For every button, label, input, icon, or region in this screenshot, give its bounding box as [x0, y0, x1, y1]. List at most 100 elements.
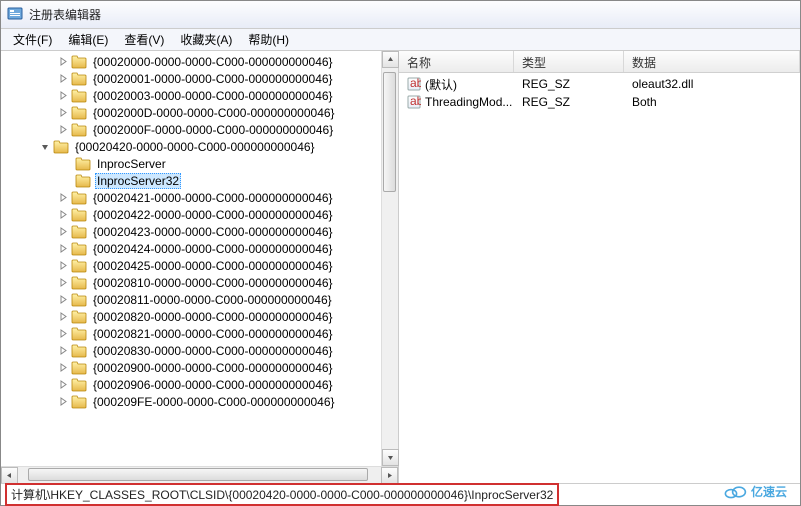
tree-expander-icon[interactable]	[57, 192, 69, 204]
value-data: oleaut32.dll	[624, 77, 800, 91]
tree-expander-icon[interactable]	[57, 311, 69, 323]
tree-item-label: {0002000F-0000-0000-C000-000000000046}	[91, 123, 335, 137]
tree-item-label: {00020422-0000-0000-C000-000000000046}	[91, 208, 335, 222]
tree-item-label: {0002000D-0000-0000-C000-000000000046}	[91, 106, 337, 120]
tree-expander-icon[interactable]	[61, 175, 73, 187]
scroll-thumb[interactable]	[383, 72, 396, 192]
tree-item-label: {00020420-0000-0000-C000-000000000046}	[73, 140, 317, 154]
tree-item-label: {00020810-0000-0000-C000-000000000046}	[91, 276, 335, 290]
tree-item-label: {00020000-0000-0000-C000-000000000046}	[91, 55, 335, 69]
tree-expander-icon[interactable]	[57, 243, 69, 255]
tree-vscrollbar[interactable]	[381, 51, 398, 466]
tree-item[interactable]: {00020906-0000-0000-C000-000000000046}	[1, 376, 381, 393]
tree-item[interactable]: {00020900-0000-0000-C000-000000000046}	[1, 359, 381, 376]
title-bar[interactable]: 注册表编辑器	[1, 1, 800, 29]
tree-expander-icon[interactable]	[57, 379, 69, 391]
tree-expander-icon[interactable]	[57, 124, 69, 136]
tree-expander-icon[interactable]	[39, 141, 51, 153]
scroll-track-h[interactable]	[18, 467, 381, 484]
tree-item-label: {00020820-0000-0000-C000-000000000046}	[91, 310, 335, 324]
tree-item-label: {00020001-0000-0000-C000-000000000046}	[91, 72, 335, 86]
scroll-up-button[interactable]	[382, 51, 399, 68]
tree-item-label: {00020423-0000-0000-C000-000000000046}	[91, 225, 335, 239]
list-body[interactable]: ab (默认) REG_SZoleaut32.dll ab ThreadingMod..…	[399, 73, 800, 483]
tree-item[interactable]: {000209FE-0000-0000-C000-000000000046}	[1, 393, 381, 410]
column-header-data[interactable]: 数据	[624, 51, 800, 72]
tree-item[interactable]: {00020000-0000-0000-C000-000000000046}	[1, 53, 381, 70]
status-path: 计算机\HKEY_CLASSES_ROOT\CLSID\{00020420-00…	[5, 483, 559, 506]
tree-item[interactable]: {00020424-0000-0000-C000-000000000046}	[1, 240, 381, 257]
tree-item-label: {00020424-0000-0000-C000-000000000046}	[91, 242, 335, 256]
tree-item[interactable]: {00020830-0000-0000-C000-000000000046}	[1, 342, 381, 359]
tree-expander-icon[interactable]	[57, 277, 69, 289]
menu-help[interactable]: 帮助(H)	[240, 29, 297, 50]
tree-expander-icon[interactable]	[57, 260, 69, 272]
tree-item[interactable]: {00020423-0000-0000-C000-000000000046}	[1, 223, 381, 240]
scroll-track[interactable]	[382, 68, 398, 449]
tree-item-label: {00020425-0000-0000-C000-000000000046}	[91, 259, 335, 273]
tree-expander-icon[interactable]	[57, 396, 69, 408]
tree-item-label: InprocServer32	[95, 173, 181, 189]
tree-item[interactable]: InprocServer	[1, 155, 381, 172]
value-type: REG_SZ	[514, 95, 624, 109]
tree-item-label: {00020003-0000-0000-C000-000000000046}	[91, 89, 335, 103]
menu-bar: 文件(F) 编辑(E) 查看(V) 收藏夹(A) 帮助(H)	[1, 29, 800, 51]
list-pane: 名称 类型 数据 ab (默认) REG_SZoleaut32.dll ab Threa…	[399, 51, 800, 483]
tree-item[interactable]: InprocServer32	[1, 172, 381, 189]
tree-item-label: {00020421-0000-0000-C000-000000000046}	[91, 191, 335, 205]
menu-favorites[interactable]: 收藏夹(A)	[172, 29, 240, 50]
value-data: Both	[624, 95, 800, 109]
tree-item[interactable]: {00020820-0000-0000-C000-000000000046}	[1, 308, 381, 325]
column-header-type[interactable]: 类型	[514, 51, 624, 72]
app-icon	[7, 5, 29, 24]
tree-item[interactable]: {00020425-0000-0000-C000-000000000046}	[1, 257, 381, 274]
value-name: (默认)	[425, 76, 457, 93]
tree-expander-icon[interactable]	[57, 107, 69, 119]
tree-item[interactable]: {00020003-0000-0000-C000-000000000046}	[1, 87, 381, 104]
tree-expander-icon[interactable]	[57, 209, 69, 221]
menu-edit[interactable]: 编辑(E)	[60, 29, 116, 50]
tree-item-label: {00020906-0000-0000-C000-000000000046}	[91, 378, 335, 392]
tree-item[interactable]: {0002000F-0000-0000-C000-000000000046}	[1, 121, 381, 138]
tree-item[interactable]: {0002000D-0000-0000-C000-000000000046}	[1, 104, 381, 121]
tree-item-label: InprocServer	[95, 157, 168, 171]
menu-view[interactable]: 查看(V)	[116, 29, 172, 50]
tree-item-label: {00020900-0000-0000-C000-000000000046}	[91, 361, 335, 375]
tree-item[interactable]: {00020422-0000-0000-C000-000000000046}	[1, 206, 381, 223]
tree-item[interactable]: {00020810-0000-0000-C000-000000000046}	[1, 274, 381, 291]
list-row[interactable]: ab ThreadingMod...REG_SZBoth	[399, 93, 800, 111]
tree-hscrollbar[interactable]	[1, 466, 398, 483]
tree-viewport[interactable]: {00020000-0000-0000-C000-000000000046} {0…	[1, 51, 381, 466]
tree-item[interactable]: {00020421-0000-0000-C000-000000000046}	[1, 189, 381, 206]
tree-item-label: {00020811-0000-0000-C000-000000000046}	[91, 293, 334, 307]
tree-item-label: {000209FE-0000-0000-C000-000000000046}	[91, 395, 337, 409]
column-header-name[interactable]: 名称	[399, 51, 514, 72]
tree-expander-icon[interactable]	[57, 226, 69, 238]
tree-item-label: {00020830-0000-0000-C000-000000000046}	[91, 344, 335, 358]
tree-item[interactable]: {00020420-0000-0000-C000-000000000046}	[1, 138, 381, 155]
tree-expander-icon[interactable]	[57, 328, 69, 340]
scroll-down-button[interactable]	[382, 449, 399, 466]
value-type: REG_SZ	[514, 77, 624, 91]
tree-expander-icon[interactable]	[57, 294, 69, 306]
regedit-window: 注册表编辑器 文件(F) 编辑(E) 查看(V) 收藏夹(A) 帮助(H) {0…	[0, 0, 801, 506]
tree-item[interactable]: {00020001-0000-0000-C000-000000000046}	[1, 70, 381, 87]
value-name: ThreadingMod...	[425, 95, 512, 109]
menu-file[interactable]: 文件(F)	[5, 29, 60, 50]
workspace: {00020000-0000-0000-C000-000000000046} {0…	[1, 51, 800, 483]
svg-text:ab: ab	[410, 77, 421, 90]
tree-expander-icon[interactable]	[61, 158, 73, 170]
tree-item-label: {00020821-0000-0000-C000-000000000046}	[91, 327, 335, 341]
tree-expander-icon[interactable]	[57, 90, 69, 102]
svg-text:ab: ab	[410, 95, 421, 108]
tree-item[interactable]: {00020811-0000-0000-C000-000000000046}	[1, 291, 381, 308]
scroll-left-button[interactable]	[1, 467, 18, 484]
tree-expander-icon[interactable]	[57, 362, 69, 374]
list-row[interactable]: ab (默认) REG_SZoleaut32.dll	[399, 75, 800, 93]
tree-expander-icon[interactable]	[57, 73, 69, 85]
tree-expander-icon[interactable]	[57, 56, 69, 68]
tree-item[interactable]: {00020821-0000-0000-C000-000000000046}	[1, 325, 381, 342]
tree-expander-icon[interactable]	[57, 345, 69, 357]
scroll-right-button[interactable]	[381, 467, 398, 484]
scroll-thumb-h[interactable]	[28, 468, 368, 481]
